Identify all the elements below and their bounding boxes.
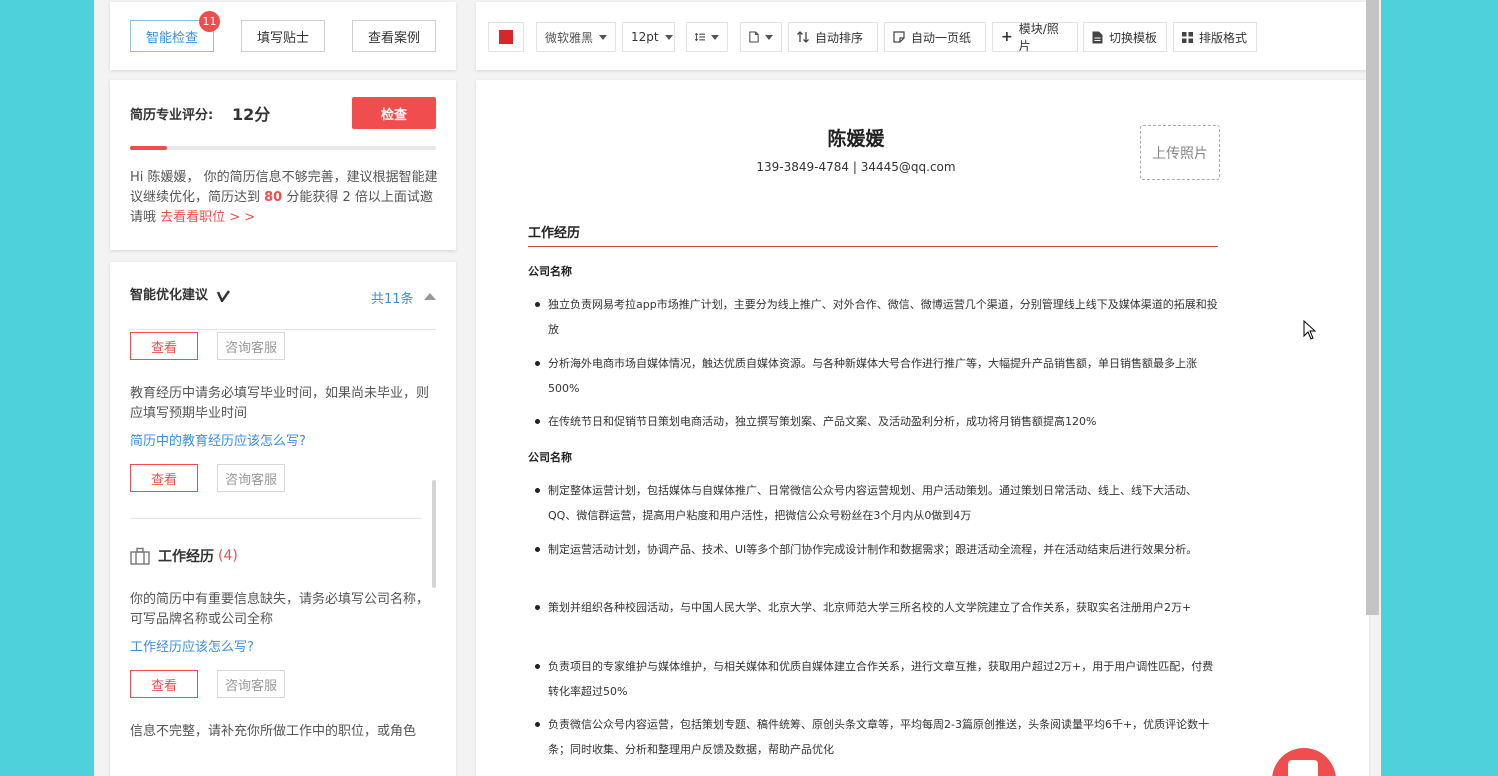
work-bullet[interactable]: 分析海外电商市场自媒体情况，触达优质自媒体资源。与各种新媒体大号合作进行推广等，… [535, 351, 1220, 401]
auto-sort-label: 自动排序 [815, 30, 864, 45]
sort-icon [797, 31, 809, 43]
suggestion-text: 你的简历中有重要信息缺失，请务必填写公司名称，可写品牌名称或公司全称 [130, 592, 430, 627]
check-button[interactable]: 检查 [352, 97, 436, 129]
font-size-value: 12pt [631, 30, 659, 44]
module-photo-button[interactable]: + 模块/照片 [992, 22, 1078, 53]
score-message: Hi 陈媛媛， 你的简历信息不够完善，建议根据智能建议继续优化，简历达到 80 … [130, 168, 440, 228]
divider [130, 518, 422, 519]
app-window: 智能检查 11 填写贴士 查看案例 简历专业评分: 12分 检查 Hi 陈媛媛，… [94, 0, 1381, 776]
one-page-button[interactable]: 自动一页纸 [884, 22, 986, 52]
view-jobs-link[interactable]: 去看看职位 > > [160, 210, 255, 225]
template-icon [1092, 31, 1103, 43]
switch-template-label: 切换模板 [1109, 30, 1158, 45]
color-swatch [499, 30, 513, 44]
upload-photo-button[interactable]: 上传照片 [1140, 125, 1220, 180]
editor-toolbar: 微软雅黑 12pt 自动排序 自动一页纸 + 模块/照片 切换模板 排版格式 [476, 2, 1369, 70]
divider [130, 329, 436, 330]
chevron-down-icon [765, 34, 773, 40]
work-help-link[interactable]: 工作经历应该怎么写? [130, 636, 254, 655]
tab-smart-check[interactable]: 智能检查 11 [130, 11, 220, 52]
score-progress-bar [130, 146, 436, 150]
resume-contact[interactable]: 139-3849-4784 | 34445@qq.com [476, 160, 1236, 174]
font-size-select[interactable]: 12pt [622, 22, 675, 52]
work-bullet[interactable]: 在传统节日和促销节日策划电商活动，独立撰写策划案、产品文案、及活动盈利分析，成功… [535, 409, 1220, 434]
section-divider [528, 246, 1218, 247]
page-icon [749, 31, 759, 43]
line-spacing-icon [695, 32, 705, 42]
layout-format-button[interactable]: 排版格式 [1173, 22, 1257, 52]
notification-badge: 11 [199, 11, 220, 32]
view-button[interactable]: 查看 [130, 464, 198, 492]
consult-button[interactable]: 咨询客服 [217, 332, 285, 360]
score-value: 12分 [232, 105, 271, 124]
score-progress-fill [130, 146, 167, 150]
suggestions-title: 智能优化建议 [130, 284, 231, 303]
font-value: 微软雅黑 [545, 30, 594, 45]
company-name[interactable]: 公司名称 [528, 263, 572, 279]
work-bullet[interactable]: 负责项目的专家维护与媒体维护，与相关媒体和优质自媒体建立合作关系，进行文章互推，… [535, 654, 1220, 704]
view-button[interactable]: 查看 [130, 670, 198, 698]
page-setup-select[interactable] [740, 22, 782, 52]
view-button[interactable]: 查看 [130, 332, 198, 360]
briefcase-icon [130, 547, 150, 565]
education-help-link[interactable]: 简历中的教育经历应该怎么写? [130, 430, 306, 449]
chat-icon [1288, 760, 1318, 776]
work-section-header: 工作经历 (4) [130, 546, 238, 566]
consult-button[interactable]: 咨询客服 [217, 670, 285, 698]
chevron-down-icon [711, 34, 719, 40]
mouse-cursor-icon [1303, 320, 1317, 340]
work-bullet[interactable]: 负责微信公众号内容运营，包括策划专题、稿件统筹、原创头条文章等，平均每周2-3篇… [535, 712, 1220, 762]
grid-icon [1182, 31, 1193, 43]
layout-format-label: 排版格式 [1199, 30, 1248, 45]
font-select[interactable]: 微软雅黑 [536, 22, 616, 52]
collapse-caret-icon[interactable] [424, 293, 436, 300]
auto-sort-button[interactable]: 自动排序 [788, 22, 878, 52]
company-name[interactable]: 公司名称 [528, 449, 572, 465]
work-section-count: (4) [218, 548, 238, 564]
v-icon [216, 289, 230, 303]
resume-name[interactable]: 陈媛媛 [476, 124, 1236, 151]
tabs-panel: 智能检查 11 填写贴士 查看案例 [110, 2, 456, 70]
consult-button[interactable]: 咨询客服 [217, 464, 285, 492]
suggestions-title-text: 智能优化建议 [130, 288, 209, 303]
score-panel: 简历专业评分: 12分 检查 Hi 陈媛媛， 你的简历信息不够完善，建议根据智能… [110, 80, 456, 250]
switch-template-button[interactable]: 切换模板 [1083, 22, 1167, 52]
work-bullet[interactable]: 策划并组织各种校园活动，与中国人民大学、北京大学、北京师范大学三所名校的人文学院… [535, 595, 1220, 620]
work-bullet[interactable]: 制定整体运营计划，包括媒体与自媒体推广、日常微信公众号内容运营规划、用户活动策划… [535, 478, 1220, 528]
tab-examples[interactable]: 查看案例 [352, 20, 436, 52]
one-page-label: 自动一页纸 [911, 30, 972, 45]
suggestion-text: 信息不完整，请补充你所做工作中的职位，或角色 [130, 724, 417, 739]
work-experience-title[interactable]: 工作经历 [528, 222, 580, 241]
resume-document: 陈媛媛 139-3849-4784 | 34445@qq.com 上传照片 工作… [476, 80, 1369, 776]
chevron-down-icon [664, 34, 673, 40]
work-bullet[interactable]: 独立负责网易考拉app市场推广计划，主要分为线上推广、对外合作、微信、微博运营几… [535, 292, 1220, 342]
tab-tips[interactable]: 填写贴士 [241, 20, 325, 52]
suggestions-panel: 智能优化建议 共11条 查看 咨询客服 教育经历中请务必填写毕业时间，如果尚未毕… [110, 262, 456, 776]
page-scrollbar[interactable] [1366, 0, 1379, 615]
work-section-title: 工作经历 [158, 549, 214, 565]
chevron-down-icon [599, 34, 607, 40]
target-score: 80 [264, 190, 283, 205]
score-label: 简历专业评分: [130, 108, 214, 123]
text-color-button[interactable] [488, 22, 524, 52]
line-spacing-select[interactable] [686, 22, 728, 52]
work-bullet[interactable]: 制定运营活动计划，协调产品、技术、UI等多个部门协作完成设计制作和数据需求；跟进… [535, 537, 1220, 562]
suggestions-scrollbar[interactable] [432, 480, 436, 588]
plus-icon: + [1001, 29, 1013, 45]
module-photo-label: 模块/照片 [1018, 22, 1059, 53]
suggestion-text: 教育经历中请务必填写毕业时间，如果尚未毕业，则应填写预期毕业时间 [130, 386, 430, 421]
tab-label: 填写贴士 [256, 30, 309, 46]
suggestions-count[interactable]: 共11条 [371, 288, 414, 307]
note-icon [893, 31, 905, 43]
tab-label: 查看案例 [367, 30, 420, 46]
tab-label: 智能检查 [145, 30, 198, 46]
